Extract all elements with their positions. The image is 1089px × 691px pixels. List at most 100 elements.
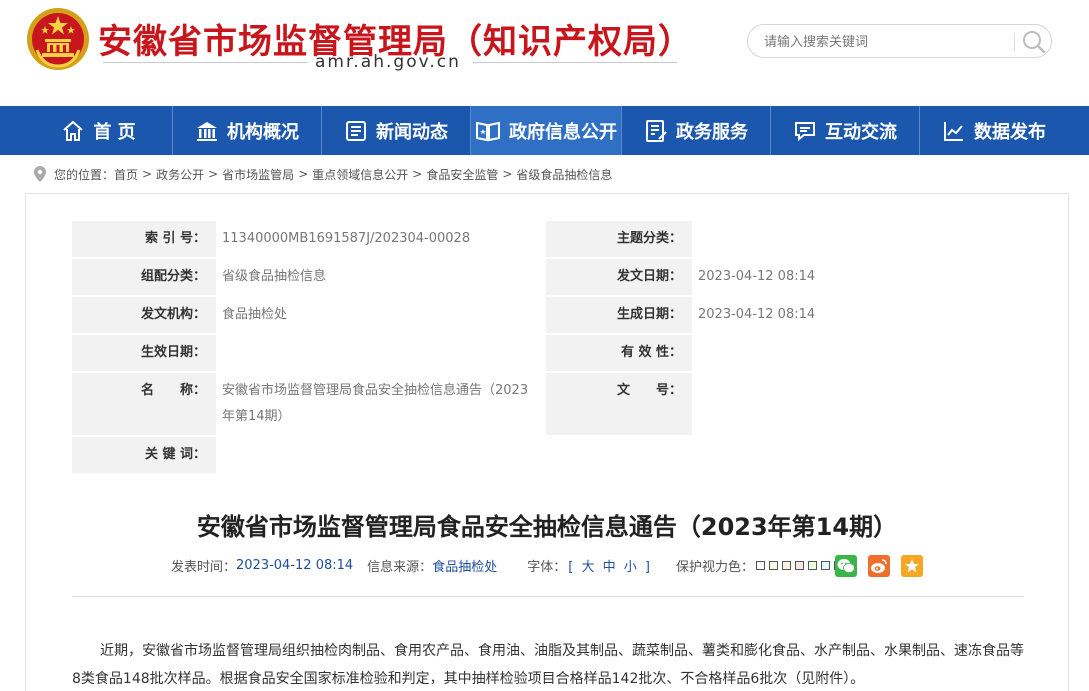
font-bracket-close: ] bbox=[644, 559, 650, 575]
publish-time-label: 发表时间： bbox=[171, 559, 237, 575]
location-pin-icon bbox=[34, 166, 46, 182]
search-divider bbox=[1014, 33, 1015, 51]
breadcrumb-link[interactable]: 食品安全监管 bbox=[426, 166, 498, 183]
article-title: 安徽省市场监督管理局食品安全抽检信息通告（2023年第14期） bbox=[196, 513, 898, 541]
breadcrumb-separator: > bbox=[298, 167, 309, 181]
breadcrumb-link[interactable]: 政务公开 bbox=[156, 166, 204, 183]
metadata-row: 组配分类： 省级食品抽检信息 发文日期： 2023-04-12 08:14 bbox=[72, 259, 1024, 295]
chat-icon bbox=[795, 121, 815, 141]
color-swatch[interactable] bbox=[821, 560, 830, 570]
eye-care-label: 保护视力色： bbox=[675, 559, 754, 575]
keywords-value bbox=[216, 437, 1024, 473]
building-icon bbox=[197, 121, 217, 141]
font-size-medium-button[interactable]: 中 bbox=[603, 560, 616, 575]
breadcrumb-link[interactable]: 重点领域信息公开 bbox=[312, 166, 408, 183]
color-swatch[interactable] bbox=[808, 560, 817, 570]
color-swatch[interactable] bbox=[782, 560, 791, 570]
nav-label: 数据发布 bbox=[974, 121, 1046, 143]
site-header: 安徽省市场监督管理局（知识产权局） amr.ah.gov.cn bbox=[0, 0, 1089, 106]
validity-value bbox=[692, 335, 1024, 371]
issue-date-value: 2023-04-12 08:14 bbox=[692, 259, 1024, 295]
color-swatch[interactable] bbox=[795, 560, 804, 570]
favorite-share-button[interactable] bbox=[901, 555, 923, 577]
breadcrumb-separator: > bbox=[502, 167, 513, 181]
search-box bbox=[747, 24, 1052, 58]
article-info: 发表时间： 2023-04-12 08:14 信息来源： 食品抽检处 字体： [… bbox=[171, 555, 860, 575]
newspaper-icon bbox=[346, 120, 366, 141]
source-label: 信息来源： bbox=[367, 559, 433, 575]
metadata-table: 索 引 号： 11340000MB1691587J/202304-00028 主… bbox=[72, 221, 1024, 475]
nav-item-news[interactable]: 新闻动态 bbox=[322, 106, 470, 155]
font-size-large-button[interactable]: 大 bbox=[581, 560, 594, 575]
category-label: 组配分类： bbox=[140, 269, 206, 284]
metadata-row: 索 引 号： 11340000MB1691587J/202304-00028 主… bbox=[72, 221, 1024, 257]
nav-label: 政务服务 bbox=[676, 121, 748, 143]
nav-label: 互动交流 bbox=[825, 121, 897, 143]
nav-label: 机构概况 bbox=[227, 121, 299, 143]
home-icon bbox=[63, 120, 84, 141]
breadcrumb-prefix: 您的位置： bbox=[54, 167, 115, 182]
site-domain: amr.ah.gov.cn bbox=[315, 52, 461, 72]
star-icon bbox=[905, 559, 919, 573]
name-value: 安徽省市场监督管理局食品安全抽检信息通告（2023年第14期） bbox=[216, 373, 546, 435]
content-panel: 索 引 号： 11340000MB1691587J/202304-00028 主… bbox=[25, 193, 1069, 691]
color-swatch[interactable] bbox=[756, 560, 765, 570]
line-chart-icon bbox=[944, 121, 963, 141]
font-bracket-open: [ bbox=[568, 559, 574, 575]
source-value[interactable]: 食品抽检处 bbox=[432, 556, 497, 575]
created-date-label: 生成日期： bbox=[616, 307, 682, 322]
weibo-icon bbox=[871, 559, 887, 573]
search-input[interactable] bbox=[764, 32, 1004, 52]
name-label: 名 称： bbox=[140, 383, 206, 398]
font-size-label: 字体： bbox=[527, 559, 567, 575]
section-divider bbox=[72, 596, 1024, 597]
font-size-controls: [ 大 中 小 ] bbox=[566, 556, 652, 575]
search-icon[interactable] bbox=[1020, 28, 1048, 56]
topic-value bbox=[692, 221, 1024, 257]
nav-item-interaction[interactable]: 互动交流 bbox=[771, 106, 919, 155]
title-underline-right bbox=[473, 62, 677, 63]
breadcrumb-separator: > bbox=[208, 167, 219, 181]
effective-date-label: 生效日期： bbox=[140, 345, 206, 360]
wechat-icon bbox=[837, 559, 855, 573]
keywords-label: 关 键 词： bbox=[144, 447, 206, 462]
doc-no-label: 文 号： bbox=[616, 383, 682, 398]
validity-label: 有 效 性： bbox=[620, 345, 682, 360]
nav-item-home[interactable]: 首 页 bbox=[25, 106, 172, 155]
created-date-value: 2023-04-12 08:14 bbox=[692, 297, 1024, 333]
breadcrumb-separator: > bbox=[412, 167, 423, 181]
nav-item-about[interactable]: 机构概况 bbox=[173, 106, 321, 155]
form-icon bbox=[646, 119, 667, 142]
nav-item-data[interactable]: 数据发布 bbox=[920, 106, 1068, 155]
metadata-row: 关 键 词： bbox=[72, 437, 1024, 473]
color-swatch[interactable] bbox=[769, 560, 778, 570]
breadcrumb-link[interactable]: 省市场监管局 bbox=[222, 166, 294, 183]
breadcrumb-link[interactable]: 省级食品抽检信息 bbox=[516, 166, 612, 183]
nav-item-services[interactable]: 政务服务 bbox=[622, 106, 770, 155]
metadata-row: 名 称： 安徽省市场监督管理局食品安全抽检信息通告（2023年第14期） 文 号… bbox=[72, 373, 1024, 435]
nav-label: 政府信息公开 bbox=[509, 121, 617, 143]
nav-label: 新闻动态 bbox=[376, 121, 448, 143]
nav-item-gov-info[interactable]: 政府信息公开 bbox=[471, 106, 621, 155]
issuer-value: 食品抽检处 bbox=[216, 297, 546, 333]
nav-label: 首 页 bbox=[93, 121, 136, 143]
main-nav: 首 页 机构概况 新闻动态 政府信息公开 政务服务 互动交流 数据发布 bbox=[0, 106, 1089, 155]
effective-date-value bbox=[216, 335, 546, 371]
category-value: 省级食品抽检信息 bbox=[216, 259, 546, 295]
doc-no-value bbox=[692, 373, 1024, 435]
national-emblem-icon bbox=[27, 8, 89, 70]
breadcrumb-separator: > bbox=[142, 167, 153, 181]
weibo-share-button[interactable] bbox=[868, 555, 890, 577]
article-body-paragraph: 近期，安徽省市场监督管理局组织抽检肉制品、食用农产品、食用油、油脂及其制品、蔬菜… bbox=[72, 643, 1024, 687]
breadcrumb-link[interactable]: 首页 bbox=[114, 166, 138, 183]
publish-time-value: 2023-04-12 08:14 bbox=[236, 557, 354, 573]
font-size-small-button[interactable]: 小 bbox=[624, 560, 637, 575]
breadcrumb: 您的位置： 首页 > 政务公开 > 省市场监管局 > 重点领域信息公开 > 食品… bbox=[34, 165, 612, 183]
issuer-label: 发文机构： bbox=[140, 307, 206, 322]
metadata-row: 发文机构： 食品抽检处 生成日期： 2023-04-12 08:14 bbox=[72, 297, 1024, 333]
index-label: 索 引 号： bbox=[144, 231, 206, 246]
metadata-row: 生效日期： 有 效 性： bbox=[72, 335, 1024, 371]
title-underline-left bbox=[103, 62, 308, 63]
wechat-share-button[interactable] bbox=[835, 555, 857, 577]
topic-label: 主题分类： bbox=[616, 231, 682, 246]
